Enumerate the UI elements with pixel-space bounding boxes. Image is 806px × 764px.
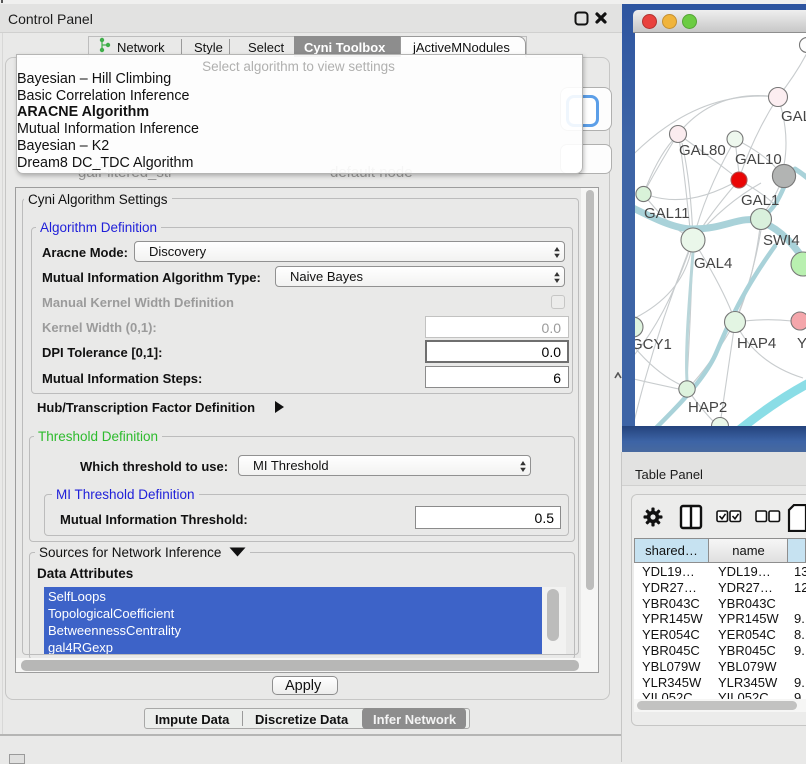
svg-text:HAP4: HAP4	[737, 335, 776, 352]
svg-text:GAL4: GAL4	[694, 255, 732, 272]
svg-text:GAL80: GAL80	[679, 142, 726, 159]
svg-text:HAP2: HAP2	[688, 399, 727, 416]
svg-text:SWI4: SWI4	[763, 232, 800, 249]
svg-text:GAL10: GAL10	[735, 151, 782, 168]
svg-text:GAL11: GAL11	[644, 205, 690, 222]
svg-text:Y: Y	[797, 335, 806, 352]
svg-text:GAL7: GAL7	[781, 108, 806, 125]
svg-text:GCY1: GCY1	[635, 336, 672, 353]
svg-text:GAL1: GAL1	[741, 192, 779, 209]
